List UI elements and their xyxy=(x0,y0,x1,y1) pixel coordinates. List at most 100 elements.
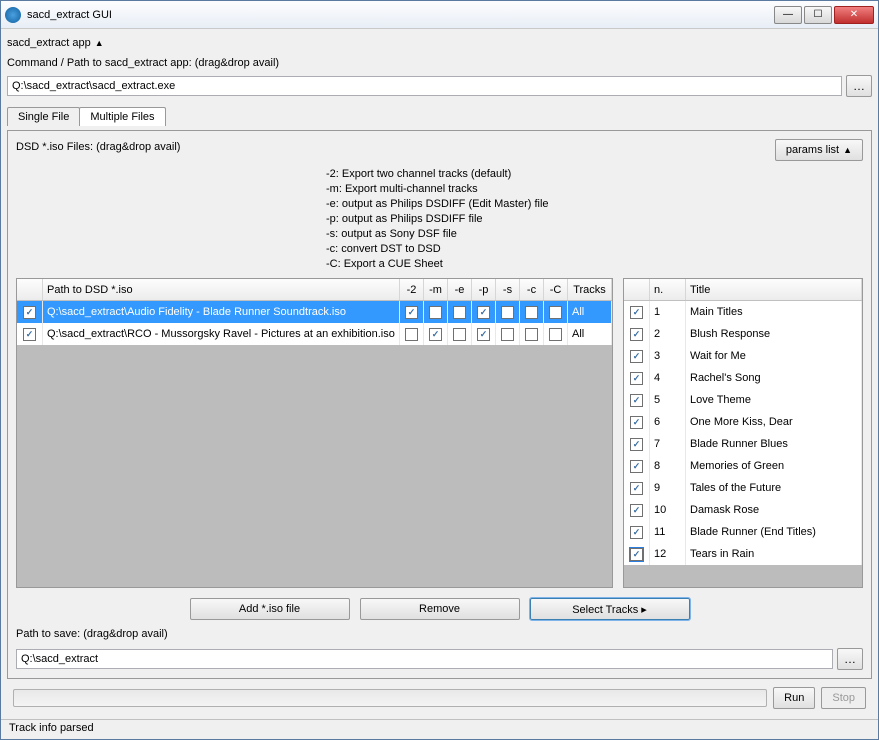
track-row[interactable]: 5 Love Theme xyxy=(624,389,862,411)
dsd-label: DSD *.iso Files: (drag&drop avail) xyxy=(16,141,180,153)
tracks-cell: All xyxy=(568,323,612,345)
track-number: 9 xyxy=(650,477,686,499)
track-title: Tears in Rain xyxy=(686,543,862,565)
track-row[interactable]: 11 Blade Runner (End Titles) xyxy=(624,521,862,543)
save-path-input[interactable] xyxy=(16,649,833,669)
flag-p-checkbox[interactable] xyxy=(477,306,490,319)
col-C[interactable]: -C xyxy=(544,279,568,300)
flag-2-checkbox[interactable] xyxy=(405,306,418,319)
track-number: 8 xyxy=(650,455,686,477)
track-checkbox[interactable] xyxy=(630,548,643,561)
track-number: 1 xyxy=(650,301,686,323)
flag-2-checkbox[interactable] xyxy=(405,328,418,341)
track-checkbox[interactable] xyxy=(630,350,643,363)
maximize-button[interactable]: ☐ xyxy=(804,6,832,24)
row-checkbox[interactable] xyxy=(23,328,36,341)
app-icon xyxy=(5,7,21,23)
col-path[interactable]: Path to DSD *.iso xyxy=(43,279,400,300)
track-row[interactable]: 7 Blade Runner Blues xyxy=(624,433,862,455)
track-row[interactable]: 1 Main Titles xyxy=(624,301,862,323)
track-checkbox[interactable] xyxy=(630,438,643,451)
flag-e-checkbox[interactable] xyxy=(453,306,466,319)
app-path-input[interactable] xyxy=(7,76,842,96)
track-title: Blush Response xyxy=(686,323,862,345)
track-title: Memories of Green xyxy=(686,455,862,477)
track-checkbox[interactable] xyxy=(630,394,643,407)
track-row[interactable]: 3 Wait for Me xyxy=(624,345,862,367)
iso-table: Path to DSD *.iso -2 -m -e -p -s -c -C T… xyxy=(16,278,613,588)
track-row[interactable]: 9 Tales of the Future xyxy=(624,477,862,499)
row-checkbox[interactable] xyxy=(23,306,36,319)
col-p[interactable]: -p xyxy=(472,279,496,300)
stop-button[interactable]: Stop xyxy=(821,687,866,709)
tracks-table: n. Title 1 Main Titles 2 Blush Response … xyxy=(623,278,863,588)
track-title: Main Titles xyxy=(686,301,862,323)
browse-save-button[interactable]: … xyxy=(837,648,863,670)
track-checkbox[interactable] xyxy=(630,526,643,539)
flag-C-checkbox[interactable] xyxy=(549,306,562,319)
col-n[interactable]: n. xyxy=(650,279,686,300)
col-e[interactable]: -e xyxy=(448,279,472,300)
track-title: Wait for Me xyxy=(686,345,862,367)
window-title: sacd_extract GUI xyxy=(27,9,774,21)
iso-path: Q:\sacd_extract\RCO - Mussorgsky Ravel -… xyxy=(43,323,400,345)
run-button[interactable]: Run xyxy=(773,687,815,709)
col-tracks[interactable]: Tracks xyxy=(568,279,612,300)
flag-s-checkbox[interactable] xyxy=(501,328,514,341)
section-app-label[interactable]: sacd_extract app xyxy=(7,37,872,49)
track-row[interactable]: 12 Tears in Rain xyxy=(624,543,862,565)
track-title: One More Kiss, Dear xyxy=(686,411,862,433)
tab-single-file[interactable]: Single File xyxy=(7,107,80,126)
path-label: Command / Path to sacd_extract app: (dra… xyxy=(7,57,872,69)
progress-bar xyxy=(13,689,767,707)
track-checkbox[interactable] xyxy=(630,504,643,517)
track-row[interactable]: 2 Blush Response xyxy=(624,323,862,345)
track-checkbox[interactable] xyxy=(630,328,643,341)
track-checkbox[interactable] xyxy=(630,416,643,429)
tab-multiple-files[interactable]: Multiple Files xyxy=(79,107,165,126)
track-number: 7 xyxy=(650,433,686,455)
track-number: 12 xyxy=(650,543,686,565)
select-tracks-button[interactable]: Select Tracks ▸ xyxy=(530,598,690,620)
track-checkbox[interactable] xyxy=(630,460,643,473)
track-checkbox[interactable] xyxy=(630,372,643,385)
iso-row[interactable]: Q:\sacd_extract\Audio Fidelity - Blade R… xyxy=(17,301,612,323)
track-number: 11 xyxy=(650,521,686,543)
flag-e-checkbox[interactable] xyxy=(453,328,466,341)
iso-path: Q:\sacd_extract\Audio Fidelity - Blade R… xyxy=(43,301,400,323)
iso-row[interactable]: Q:\sacd_extract\RCO - Mussorgsky Ravel -… xyxy=(17,323,612,345)
track-row[interactable]: 8 Memories of Green xyxy=(624,455,862,477)
flag-p-checkbox[interactable] xyxy=(477,328,490,341)
track-title: Love Theme xyxy=(686,389,862,411)
track-checkbox[interactable] xyxy=(630,482,643,495)
col-s[interactable]: -s xyxy=(496,279,520,300)
track-number: 6 xyxy=(650,411,686,433)
track-title: Blade Runner (End Titles) xyxy=(686,521,862,543)
save-label: Path to save: (drag&drop avail) xyxy=(16,628,863,640)
browse-app-button[interactable]: … xyxy=(846,75,872,97)
add-iso-button[interactable]: Add *.iso file xyxy=(190,598,350,620)
flag-c-checkbox[interactable] xyxy=(525,328,538,341)
flag-s-checkbox[interactable] xyxy=(501,306,514,319)
flag-C-checkbox[interactable] xyxy=(549,328,562,341)
close-button[interactable]: ✕ xyxy=(834,6,874,24)
track-title: Damask Rose xyxy=(686,499,862,521)
col-m[interactable]: -m xyxy=(424,279,448,300)
minimize-button[interactable]: — xyxy=(774,6,802,24)
remove-button[interactable]: Remove xyxy=(360,598,520,620)
col-title[interactable]: Title xyxy=(686,279,862,300)
track-row[interactable]: 10 Damask Rose xyxy=(624,499,862,521)
col-c[interactable]: -c xyxy=(520,279,544,300)
track-checkbox[interactable] xyxy=(630,306,643,319)
titlebar: sacd_extract GUI — ☐ ✕ xyxy=(1,1,878,29)
flag-c-checkbox[interactable] xyxy=(525,306,538,319)
track-row[interactable]: 4 Rachel's Song xyxy=(624,367,862,389)
params-list-button[interactable]: params list xyxy=(775,139,863,161)
track-row[interactable]: 6 One More Kiss, Dear xyxy=(624,411,862,433)
status-bar: Track info parsed xyxy=(1,719,878,739)
tracks-cell: All xyxy=(568,301,612,323)
flag-m-checkbox[interactable] xyxy=(429,328,442,341)
flag-m-checkbox[interactable] xyxy=(429,306,442,319)
col-2[interactable]: -2 xyxy=(400,279,424,300)
help-text: -2: Export two channel tracks (default)-… xyxy=(326,167,863,272)
